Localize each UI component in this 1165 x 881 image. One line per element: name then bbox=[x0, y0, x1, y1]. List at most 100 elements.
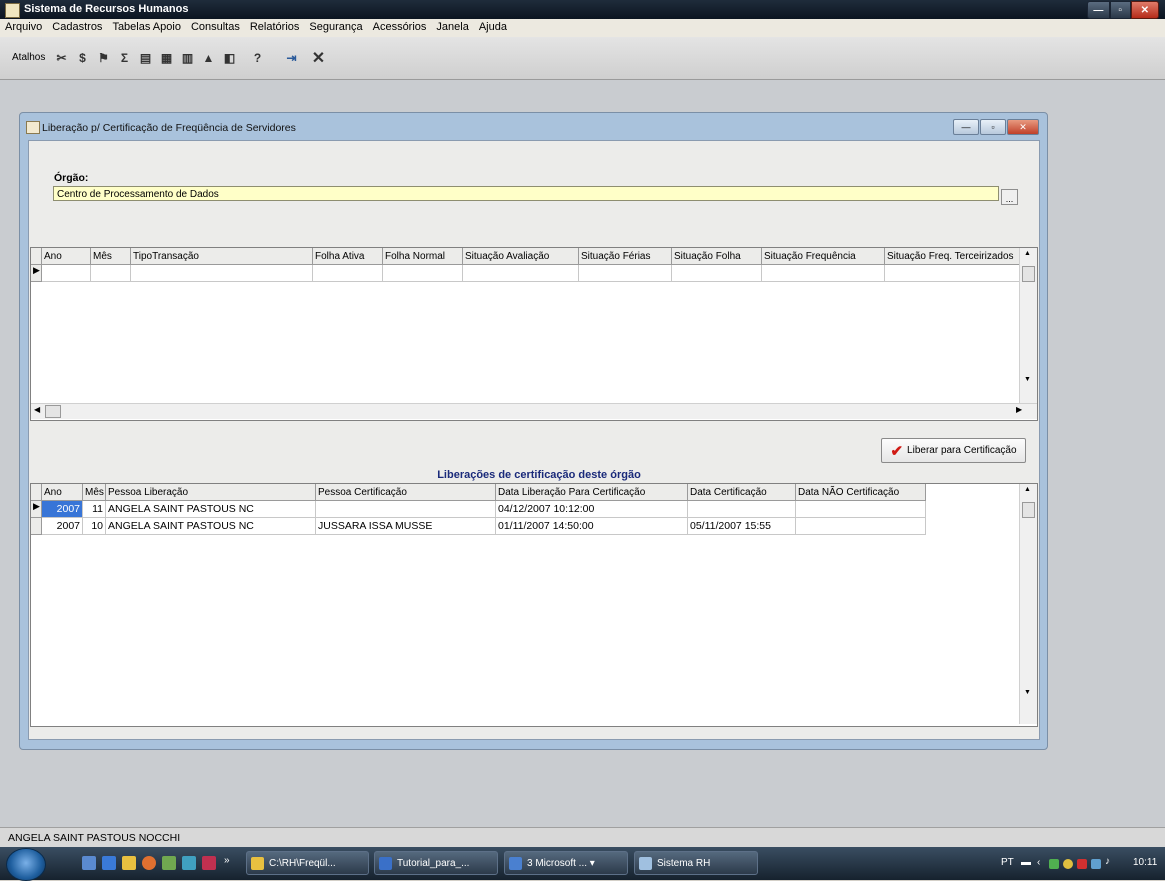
liberar-para-certificacao-button[interactable]: ✔ Liberar para Certificação bbox=[881, 438, 1026, 463]
menu-janela[interactable]: Janela bbox=[431, 19, 473, 37]
menu-arquivo[interactable]: Arquivo bbox=[0, 19, 47, 37]
col-header-ano[interactable]: Ano bbox=[42, 484, 83, 501]
h-scroll-thumb[interactable] bbox=[45, 405, 61, 418]
col-header-folha-normal[interactable]: Folha Normal bbox=[383, 248, 463, 265]
menu-consultas[interactable]: Consultas bbox=[186, 19, 245, 37]
cell-ano[interactable]: 2007 bbox=[42, 518, 83, 535]
empty-cell[interactable] bbox=[463, 265, 579, 282]
quicklaunch-network-icon[interactable] bbox=[182, 856, 196, 870]
tray-chevron-icon[interactable]: ‹ bbox=[1037, 857, 1040, 868]
menu-cadastros[interactable]: Cadastros bbox=[47, 19, 107, 37]
col-header-data-nao-certificacao[interactable]: Data NÃO Certificação bbox=[796, 484, 926, 501]
col-header-folha-ativa[interactable]: Folha Ativa bbox=[313, 248, 383, 265]
quicklaunch-desktop-icon[interactable] bbox=[102, 856, 116, 870]
tool-exit-icon[interactable]: ⇥ bbox=[282, 48, 301, 67]
tool-chart-icon[interactable]: ▲ bbox=[199, 48, 218, 67]
child-maximize-button[interactable]: ▫ bbox=[980, 119, 1006, 135]
scroll-right-arrow-icon[interactable]: ▶ bbox=[1016, 405, 1022, 414]
transactions-grid[interactable]: Ano Mês TipoTransação Folha Ativa Folha … bbox=[30, 247, 1038, 421]
col-header-situacao-freq-terceirizados[interactable]: Situação Freq. Terceirizados bbox=[885, 248, 1020, 265]
minimize-button[interactable]: — bbox=[1087, 1, 1110, 19]
scroll-thumb[interactable] bbox=[1022, 266, 1035, 282]
scroll-left-arrow-icon[interactable]: ◀ bbox=[34, 405, 40, 414]
menu-relatorios[interactable]: Relatórios bbox=[245, 19, 305, 37]
scroll-down-arrow-icon[interactable]: ▼ bbox=[1024, 376, 1031, 383]
col-header-mes[interactable]: Mês bbox=[83, 484, 106, 501]
grid1-horizontal-scrollbar[interactable]: ◀ ▶ bbox=[31, 403, 1037, 419]
menu-ajuda[interactable]: Ajuda bbox=[474, 19, 512, 37]
empty-cell[interactable] bbox=[762, 265, 885, 282]
grid1-vertical-scrollbar[interactable]: ▲ ▼ bbox=[1019, 248, 1037, 403]
col-header-situacao-frequencia[interactable]: Situação Frequência bbox=[762, 248, 885, 265]
scroll-down-arrow-icon[interactable]: ▼ bbox=[1024, 689, 1031, 696]
col-header-pessoa-liberacao[interactable]: Pessoa Liberação bbox=[106, 484, 316, 501]
quicklaunch-firefox-icon[interactable] bbox=[142, 856, 156, 870]
tool-table-icon[interactable]: ▥ bbox=[178, 48, 197, 67]
maximize-button[interactable]: ▫ bbox=[1109, 1, 1131, 19]
tool-people-icon[interactable]: ⚑ bbox=[94, 48, 113, 67]
orgao-lookup-button[interactable]: ... bbox=[1001, 189, 1018, 205]
cell-data-liberacao[interactable]: 04/12/2007 10:12:00 bbox=[496, 501, 688, 518]
scroll-thumb[interactable] bbox=[1022, 502, 1035, 518]
tool-scissors-icon[interactable]: ✂ bbox=[52, 48, 71, 67]
tray-app-icon[interactable] bbox=[1049, 859, 1059, 869]
menu-seguranca[interactable]: Segurança bbox=[304, 19, 367, 37]
empty-cell[interactable] bbox=[313, 265, 383, 282]
tray-network-icon[interactable] bbox=[1091, 859, 1101, 869]
quicklaunch-messenger-icon[interactable] bbox=[162, 856, 176, 870]
col-header-situacao-folha[interactable]: Situação Folha bbox=[672, 248, 762, 265]
cell-data-nao-certificacao[interactable] bbox=[796, 501, 926, 518]
col-header-ano[interactable]: Ano bbox=[42, 248, 91, 265]
menu-tabelas-apoio[interactable]: Tabelas Apoio bbox=[107, 19, 186, 37]
empty-cell[interactable] bbox=[579, 265, 672, 282]
tray-shield-icon[interactable] bbox=[1063, 859, 1073, 869]
row-indicator[interactable] bbox=[31, 518, 42, 535]
keyboard-icon[interactable]: ▬ bbox=[1021, 857, 1031, 868]
empty-cell[interactable] bbox=[91, 265, 131, 282]
tray-alert-icon[interactable] bbox=[1077, 859, 1087, 869]
empty-cell[interactable] bbox=[42, 265, 91, 282]
quicklaunch-expand-icon[interactable]: » bbox=[224, 855, 230, 866]
empty-cell[interactable] bbox=[885, 265, 1020, 282]
liberacoes-grid[interactable]: Ano Mês Pessoa Liberação Pessoa Certific… bbox=[30, 483, 1038, 727]
quicklaunch-ie-icon[interactable] bbox=[82, 856, 96, 870]
cell-data-certificacao[interactable] bbox=[688, 501, 796, 518]
cell-data-certificacao[interactable]: 05/11/2007 15:55 bbox=[688, 518, 796, 535]
tool-grid-icon[interactable]: ▦ bbox=[157, 48, 176, 67]
tool-door-icon[interactable]: ◧ bbox=[220, 48, 239, 67]
cell-pessoa-certificacao[interactable]: JUSSARA ISSA MUSSE bbox=[316, 518, 496, 535]
empty-cell[interactable] bbox=[672, 265, 762, 282]
cell-data-nao-certificacao[interactable] bbox=[796, 518, 926, 535]
tool-sum-icon[interactable]: Σ bbox=[115, 48, 134, 67]
taskbar-button-explorer[interactable]: C:\RH\Freqül... bbox=[246, 851, 369, 875]
col-header-pessoa-certificacao[interactable]: Pessoa Certificação bbox=[316, 484, 496, 501]
row-indicator[interactable]: ▶ bbox=[31, 501, 42, 518]
quicklaunch-folder-icon[interactable] bbox=[122, 856, 136, 870]
empty-cell[interactable] bbox=[131, 265, 313, 282]
volume-icon[interactable]: ♪ bbox=[1105, 856, 1110, 867]
col-header-data-liberacao[interactable]: Data Liberação Para Certificação bbox=[496, 484, 688, 501]
orgao-field[interactable]: Centro de Processamento de Dados bbox=[53, 186, 999, 201]
cell-ano[interactable]: 2007 bbox=[42, 501, 83, 518]
col-header-situacao-avaliacao[interactable]: Situação Avaliação bbox=[463, 248, 579, 265]
language-indicator[interactable]: PT bbox=[1001, 857, 1014, 868]
close-button[interactable]: ✕ bbox=[1130, 1, 1160, 19]
cell-mes[interactable]: 11 bbox=[83, 501, 106, 518]
taskbar-button-microsoft[interactable]: 3 Microsoft ... ▾ bbox=[504, 851, 628, 875]
empty-cell[interactable] bbox=[383, 265, 463, 282]
cell-data-liberacao[interactable]: 01/11/2007 14:50:00 bbox=[496, 518, 688, 535]
cell-mes[interactable]: 10 bbox=[83, 518, 106, 535]
tool-report-icon[interactable]: ▤ bbox=[136, 48, 155, 67]
taskbar-button-sistema-rh[interactable]: Sistema RH bbox=[634, 851, 758, 875]
quicklaunch-acrobat-icon[interactable] bbox=[202, 856, 216, 870]
menu-acessorios[interactable]: Acessórios bbox=[368, 19, 432, 37]
cell-pessoa-liberacao[interactable]: ANGELA SAINT PASTOUS NC bbox=[106, 518, 316, 535]
tool-help-icon[interactable]: ? bbox=[248, 48, 267, 67]
taskbar-button-tutorial[interactable]: Tutorial_para_... bbox=[374, 851, 498, 875]
child-minimize-button[interactable]: — bbox=[953, 119, 979, 135]
cell-pessoa-liberacao[interactable]: ANGELA SAINT PASTOUS NC bbox=[106, 501, 316, 518]
tool-close-icon[interactable]: ✕ bbox=[309, 48, 328, 67]
col-header-situacao-ferias[interactable]: Situação Férias bbox=[579, 248, 672, 265]
grid2-vertical-scrollbar[interactable]: ▲ ▼ bbox=[1019, 484, 1037, 724]
col-header-mes[interactable]: Mês bbox=[91, 248, 131, 265]
